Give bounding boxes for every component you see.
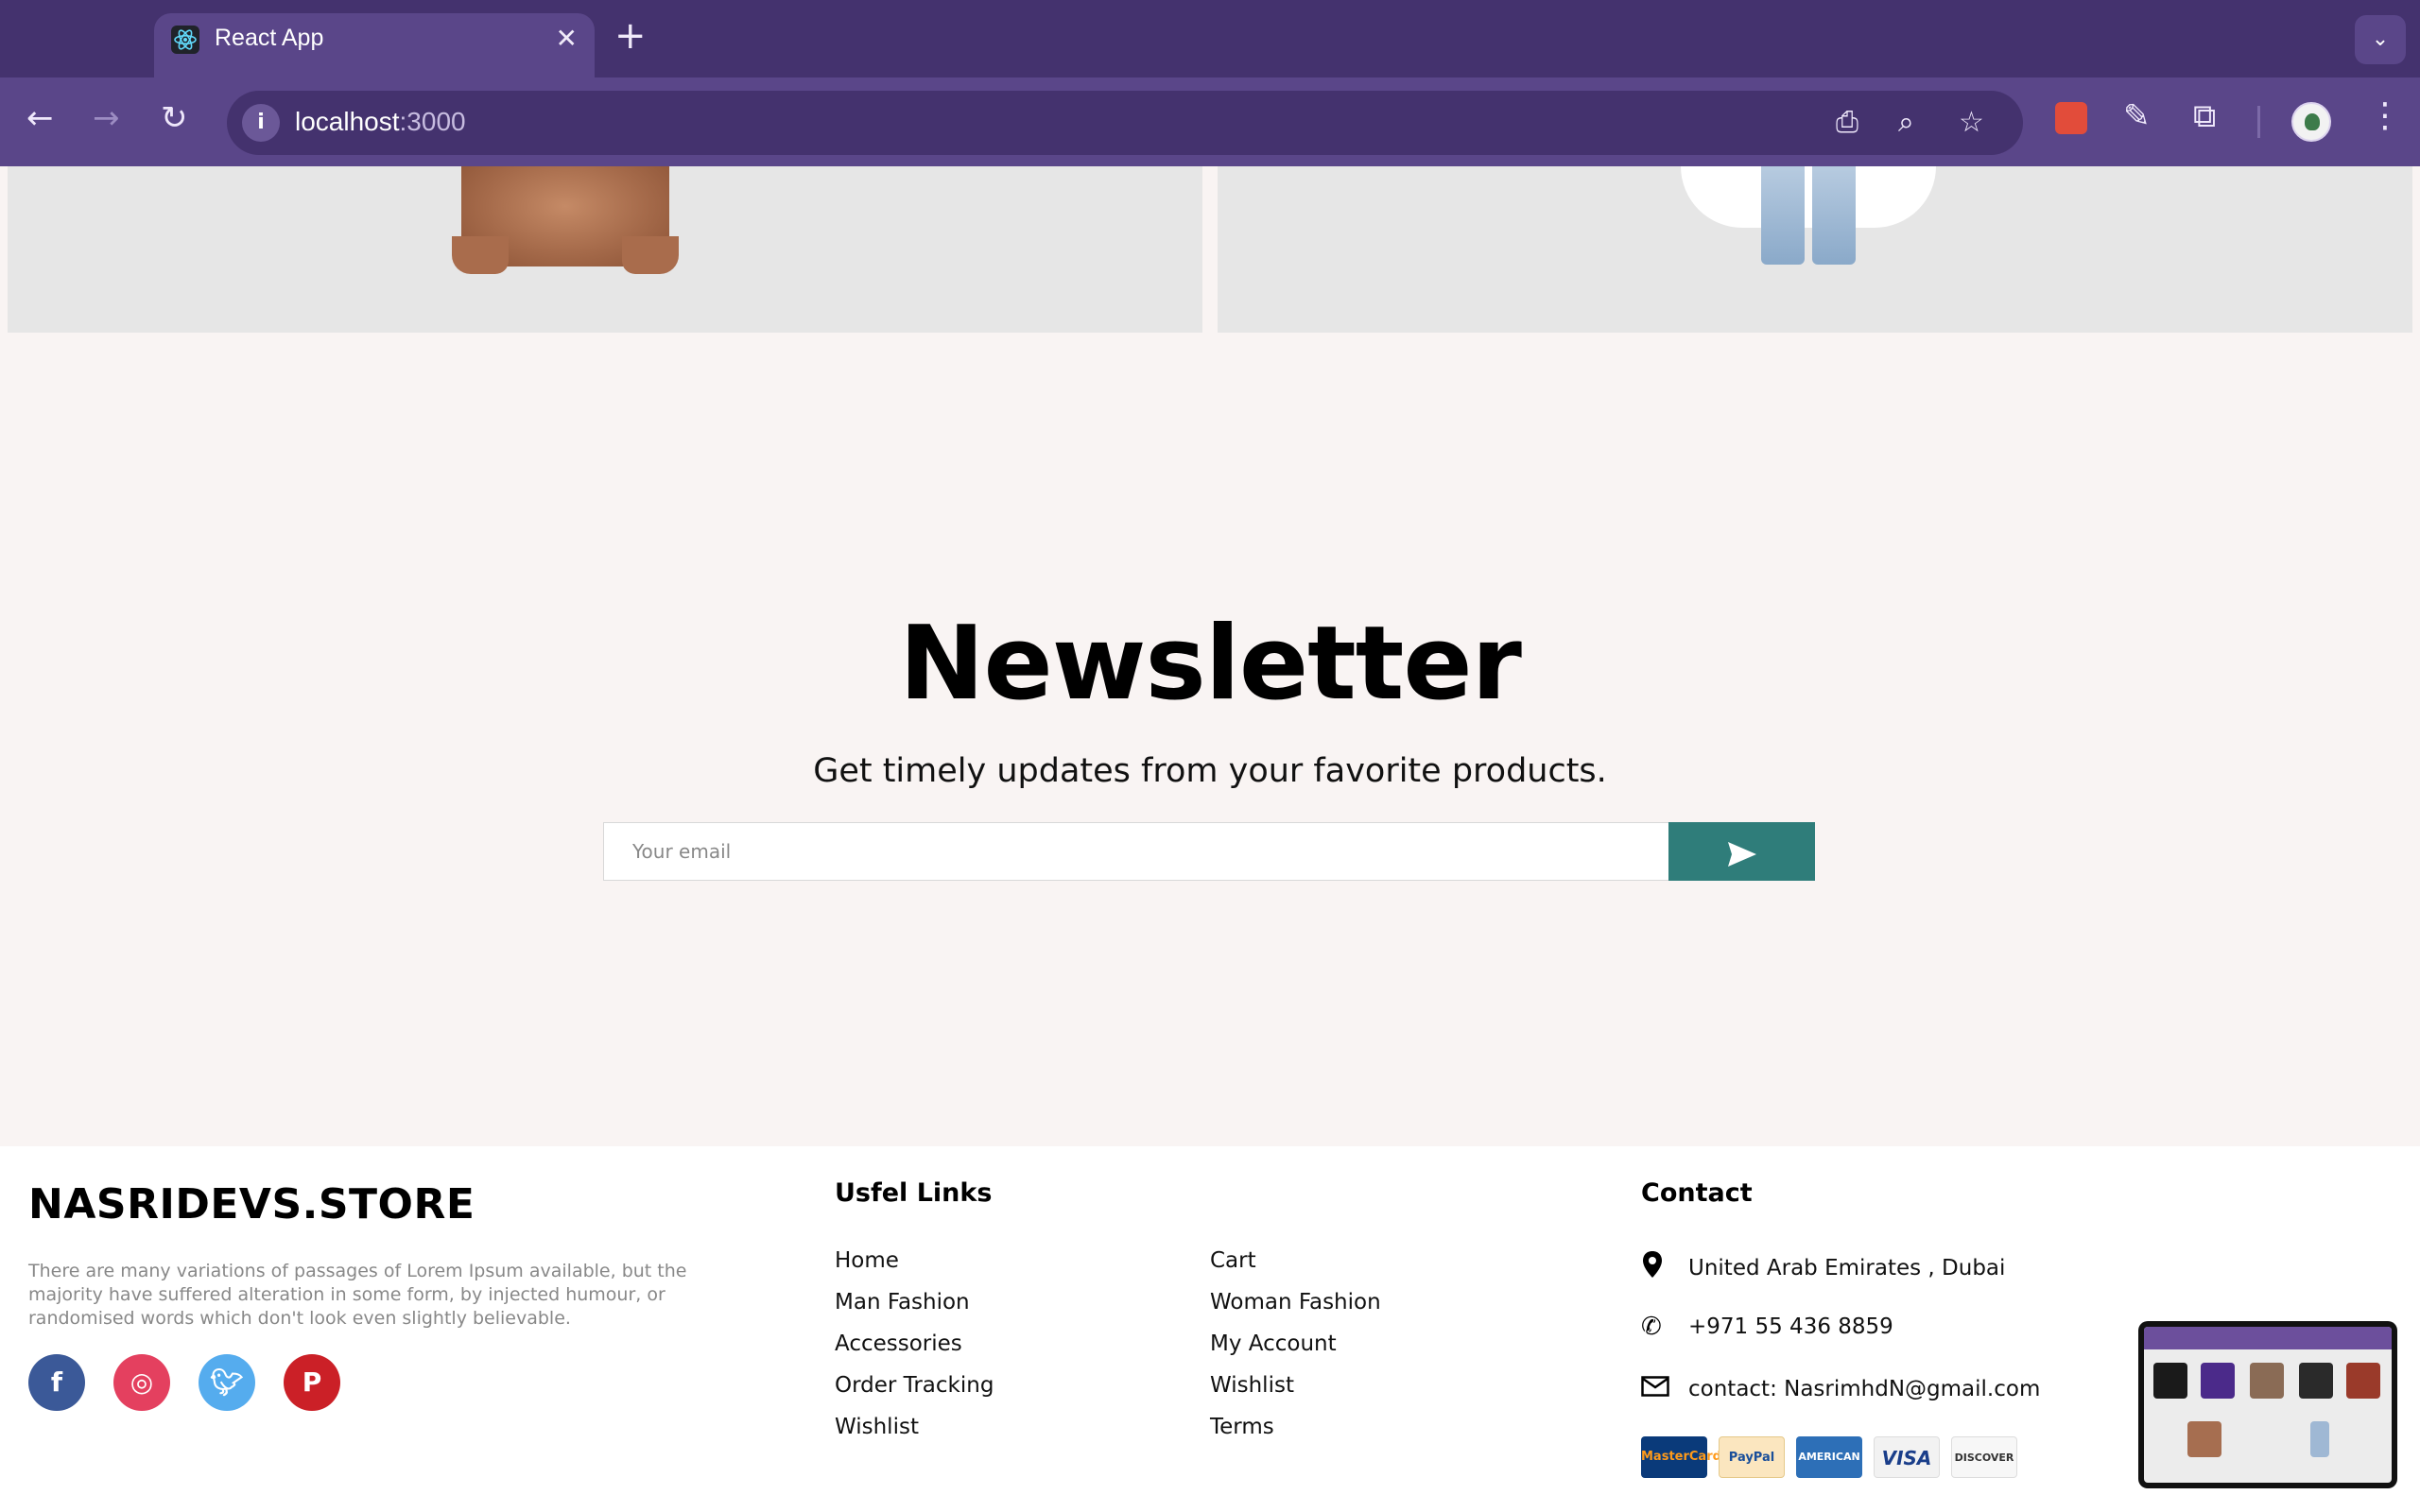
instagram-icon[interactable]: ◎ <box>113 1354 170 1411</box>
footer-link-home[interactable]: Home <box>835 1248 899 1273</box>
phone-icon: ✆ <box>1641 1313 1662 1341</box>
newsletter-title: Newsletter <box>899 605 1522 723</box>
close-tab-icon[interactable]: ✕ <box>556 23 578 54</box>
newsletter-email-input[interactable] <box>603 822 1669 881</box>
tab-title: React App <box>215 25 324 51</box>
page-preview-thumbnail[interactable] <box>2138 1321 2397 1488</box>
newsletter-send-button[interactable] <box>1668 822 1815 881</box>
site-info-icon[interactable]: i <box>242 104 280 142</box>
twitter-icon[interactable]: 🐦︎ <box>199 1354 255 1411</box>
contact-title: Contact <box>1641 1178 1753 1208</box>
amex-icon: AMERICAN EXPRESS <box>1796 1436 1862 1504</box>
product-card-jeans[interactable] <box>1218 166 2412 333</box>
discover-icon: DISCOVER <box>1951 1436 2017 1478</box>
footer-brand[interactable]: NASRIDEVS.STORE <box>28 1180 475 1228</box>
pinterest-icon[interactable]: P <box>284 1354 340 1411</box>
browser-toolbar: ← → ↻ i localhost:3000 ⎙ ⌕ ☆ ✎ ⧉ ⋮ <box>0 77 2420 166</box>
useful-links-title: Usfel Links <box>835 1178 993 1208</box>
contact-phone: ✆ +971 55 436 8859 <box>1641 1313 1893 1341</box>
facebook-icon[interactable]: f <box>28 1354 85 1411</box>
footer-link-man-fashion[interactable]: Man Fashion <box>835 1290 970 1314</box>
footer: NASRIDEVS.STORE There are many variation… <box>0 1146 2420 1512</box>
extension-icon[interactable] <box>2055 102 2087 134</box>
profile-avatar[interactable] <box>2291 102 2331 142</box>
jeans-image <box>1761 166 1856 265</box>
extensions-puzzle-icon[interactable]: ⧉ <box>2193 100 2216 132</box>
footer-link-cart[interactable]: Cart <box>1210 1248 1256 1273</box>
footer-link-wishlist-2[interactable]: Wishlist <box>1210 1373 1294 1398</box>
newsletter-section: Newsletter Get timely updates from your … <box>0 340 2420 1146</box>
url-text[interactable]: localhost:3000 <box>295 107 466 137</box>
zoom-icon[interactable]: ⌕ <box>1898 106 1914 139</box>
contact-address: United Arab Emirates , Dubai <box>1641 1250 2005 1285</box>
forward-icon[interactable]: → <box>93 102 120 134</box>
location-pin-icon <box>1641 1250 1675 1285</box>
new-tab-button[interactable]: + <box>614 17 647 55</box>
fur-jacket-image <box>452 166 679 274</box>
react-favicon-icon <box>171 26 199 54</box>
paypal-icon: PayPal <box>1719 1436 1785 1478</box>
back-icon[interactable]: ← <box>26 102 54 134</box>
footer-link-woman-fashion[interactable]: Woman Fashion <box>1210 1290 1381 1314</box>
footer-link-wishlist[interactable]: Wishlist <box>835 1415 919 1439</box>
menu-kebab-icon[interactable]: ⋮ <box>2368 96 2402 135</box>
newsletter-subtitle: Get timely updates from your favorite pr… <box>813 752 1607 790</box>
contact-email: contact: NasrimhdN@gmail.com <box>1641 1375 2040 1403</box>
reload-icon[interactable]: ↻ <box>161 102 188 134</box>
product-card-fur-jacket[interactable] <box>8 166 1202 333</box>
footer-about-text: There are many variations of passages of… <box>28 1261 687 1329</box>
browser-tab-bar: React App ✕ + ⌄ <box>0 0 2420 77</box>
send-icon <box>1727 841 1756 867</box>
visa-icon: VISA <box>1874 1436 1940 1478</box>
install-app-icon[interactable]: ⎙ <box>1836 106 1858 139</box>
browser-tab[interactable]: React App ✕ <box>154 13 595 77</box>
footer-link-my-account[interactable]: My Account <box>1210 1332 1337 1356</box>
mail-icon <box>1641 1375 1675 1403</box>
tab-search-chevron-icon[interactable]: ⌄ <box>2355 15 2406 64</box>
footer-link-order-tracking[interactable]: Order Tracking <box>835 1373 994 1398</box>
bookmark-star-icon[interactable]: ☆ <box>1959 106 1984 139</box>
toolbar-divider <box>2257 106 2260 138</box>
mastercard-icon: MasterCard <box>1641 1436 1721 1478</box>
footer-link-terms[interactable]: Terms <box>1210 1415 1274 1439</box>
eyedropper-icon[interactable]: ✎ <box>2123 100 2151 132</box>
address-bar[interactable]: i localhost:3000 ⎙ ⌕ ☆ <box>227 91 2023 155</box>
footer-link-accessories[interactable]: Accessories <box>835 1332 962 1356</box>
